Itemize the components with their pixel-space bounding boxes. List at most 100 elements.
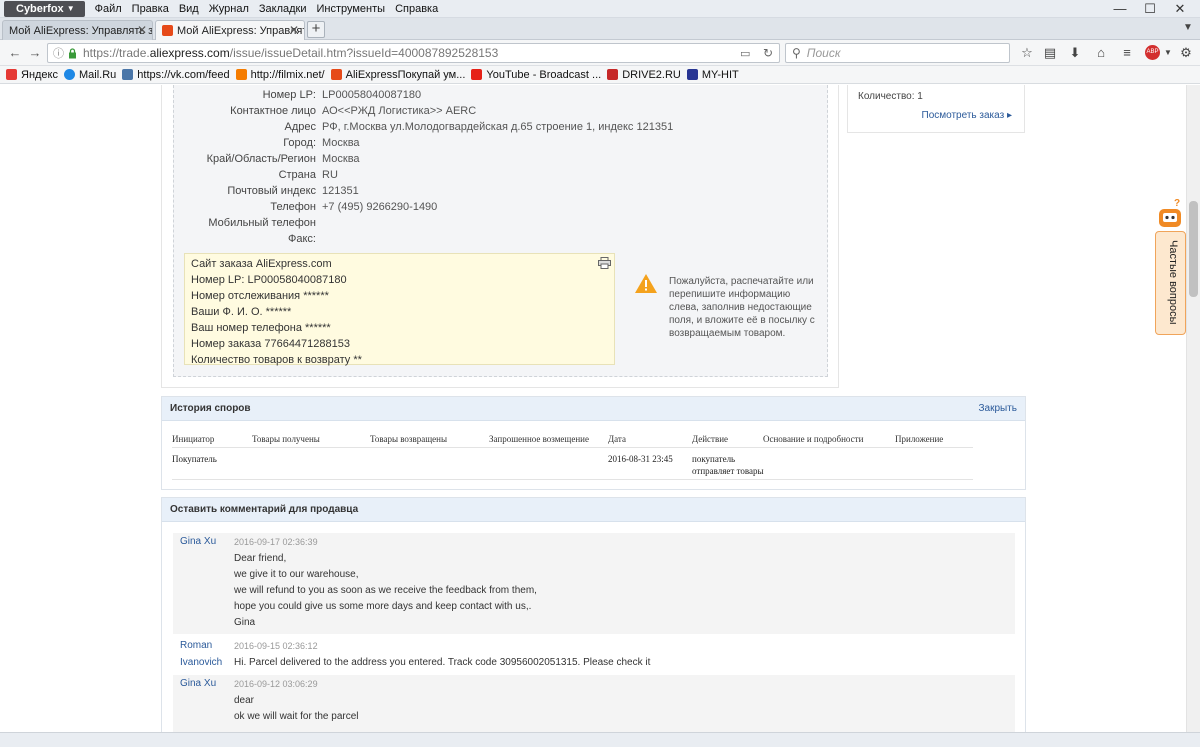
navigation-bar: ← → ⓘ https://trade.aliexpress.com/issue… (0, 40, 1200, 66)
bookmarks-list-icon[interactable]: ▤ (1042, 45, 1058, 61)
url-bar[interactable]: ⓘ https://trade.aliexpress.com/issue/iss… (47, 43, 780, 63)
mailru-icon (64, 69, 75, 80)
forward-arrow-icon[interactable]: → (26, 44, 44, 62)
close-tab-icon[interactable]: ✕ (289, 23, 299, 37)
bookmark-yandex[interactable]: Яндекс (6, 69, 58, 81)
cell-initiator: Покупатель (172, 454, 217, 464)
menu-history[interactable]: Журнал (209, 3, 249, 15)
column-header: Запрошенное возмещение (489, 434, 589, 444)
faq-tab[interactable]: Частые вопросы (1155, 231, 1186, 335)
menu-tools[interactable]: Инструменты (316, 3, 385, 15)
column-header: Товары возвращены (370, 434, 448, 444)
address-row: Адрес РФ, г.Москва ул.Молодогвардейская д… (284, 121, 674, 133)
maximize-icon[interactable]: ☐ (1136, 1, 1164, 17)
comment-line: we will refund to you as soon as we rece… (234, 585, 537, 596)
app-menu-button[interactable]: Cyberfox ▼ (4, 0, 85, 17)
minimize-icon[interactable]: — (1106, 1, 1134, 16)
cell-date: 2016-08-31 23:45 (608, 454, 673, 464)
slip-line: Количество товаров к возврату ** (191, 354, 362, 366)
seller-comments-title: Оставить комментарий для продавца (170, 504, 359, 515)
lock-icon (69, 47, 76, 58)
printer-icon[interactable] (598, 257, 611, 269)
support-robot-icon: ? (1159, 198, 1181, 227)
return-address-block: Номер LP: LP00058040087180 Контактное лиц… (173, 85, 828, 377)
bookmark-aliexpress[interactable]: AliExpressПокупай ум... (330, 69, 465, 81)
comment-author[interactable]: Gina Xu (180, 675, 230, 692)
slip-line: Ваш номер телефона ****** (191, 322, 331, 334)
address-row: Край/Область/Регион Москва (206, 153, 360, 165)
bookmark-vk[interactable]: https://vk.com/feed (122, 69, 230, 81)
menu-file[interactable]: Файл (95, 3, 122, 15)
bookmark-mailru[interactable]: Mail.Ru (64, 69, 116, 81)
tab-title: Мой AliExpress: Управлять заказ... (9, 24, 153, 37)
view-order-link[interactable]: Посмотреть заказ ▸ (922, 110, 1013, 121)
tab-2[interactable]: Мой AliExpress: Управлять зака... ✕ (155, 20, 305, 40)
menu-bookmarks[interactable]: Закладки (259, 3, 307, 15)
bookmark-youtube[interactable]: YouTube - Broadcast ... (471, 69, 601, 81)
vk-icon (122, 69, 134, 80)
info-icon[interactable]: ⓘ (53, 45, 64, 61)
comment-author[interactable]: Roman Ivanovich (180, 637, 230, 671)
back-arrow-icon[interactable]: ← (6, 44, 24, 62)
aliexpress-favicon-icon (162, 25, 173, 36)
column-header: Дата (608, 434, 626, 444)
aliexpress-icon (330, 69, 342, 80)
tab-1[interactable]: Мой AliExpress: Управлять заказ... ✕ (2, 20, 153, 40)
bookmark-drive2[interactable]: DRIVE2.RU (607, 69, 681, 81)
close-window-icon[interactable]: ✕ (1166, 1, 1194, 17)
return-address-panel: Номер LP: LP00058040087180 Контактное лиц… (161, 85, 839, 388)
bookmark-myhit[interactable]: MY-HIT (686, 69, 739, 81)
column-header: Действие (692, 434, 729, 444)
comment-date: 2016-09-17 02:36:39 (234, 537, 318, 547)
bookmarks-bar: Яндекс Mail.Ru https://vk.com/feed http:… (0, 66, 1200, 84)
column-header: Инициатор (172, 434, 215, 444)
menu-view[interactable]: Вид (179, 3, 199, 15)
faq-label: Частые вопросы (1167, 240, 1179, 325)
slip-line: Номер LP: LP00058040087180 (191, 274, 347, 286)
home-icon[interactable]: ⌂ (1093, 45, 1109, 61)
comment-line: Dear friend, (234, 553, 287, 564)
column-header: Приложение (895, 434, 944, 444)
close-dispute-history-link[interactable]: Закрыть (978, 403, 1017, 414)
comment-item: Gina Xu 2016-09-12 03:06:29 dear ok we w… (173, 675, 1015, 732)
drive2-icon (607, 69, 619, 80)
close-tab-icon[interactable]: ✕ (137, 23, 147, 37)
youtube-icon (471, 69, 483, 80)
faq-widget[interactable]: ? Частые вопросы (1153, 197, 1186, 339)
extension-icon[interactable]: ⚙ (1178, 45, 1194, 61)
comment-line: Gina (234, 617, 256, 628)
tab-list-chevron-icon[interactable]: ▼ (1183, 22, 1193, 33)
menu-bar: Cyberfox ▼ Файл Правка Вид Журнал Закладк… (0, 0, 1200, 18)
myhit-icon (686, 69, 698, 80)
chevron-right-icon: ▸ (1006, 110, 1012, 121)
reload-icon[interactable]: ↻ (763, 46, 773, 60)
bookmark-filmix[interactable]: http://filmix.net/ (235, 69, 325, 81)
new-tab-button[interactable]: + (307, 21, 325, 38)
url-text: https://trade.aliexpress.com/issue/issue… (83, 46, 499, 60)
dispute-history-panel: История споров Закрыть Инициатор Товары … (161, 396, 1026, 490)
vertical-scrollbar[interactable] (1186, 85, 1200, 732)
comment-item: Roman Ivanovich 2016-09-15 02:36:12 Hi. … (173, 637, 1015, 673)
menu-edit[interactable]: Правка (132, 3, 169, 15)
column-header: Основание и подробности (763, 434, 864, 444)
download-icon[interactable]: ⬇ (1067, 45, 1083, 61)
yandex-icon (6, 69, 17, 80)
column-header: Товары получены (252, 434, 320, 444)
address-row: Мобильный телефон (208, 217, 316, 229)
quantity-text: Количество: 1 (858, 91, 923, 102)
search-bar[interactable]: ⚲ Поиск (785, 43, 1010, 63)
menu-help[interactable]: Справка (395, 3, 438, 15)
reader-view-icon[interactable]: ▭ (740, 47, 750, 60)
comment-author[interactable]: Gina Xu (180, 533, 230, 550)
comment-line: Hi. Parcel delivered to the address you … (234, 657, 651, 668)
dispute-history-title: История споров (170, 403, 251, 414)
adblock-icon[interactable]: ABP (1145, 45, 1160, 60)
scrollbar-thumb[interactable] (1189, 201, 1198, 297)
bookmark-star-icon[interactable]: ☆ (1019, 45, 1035, 61)
comment-date: 2016-09-15 02:36:12 (234, 641, 318, 651)
slip-line: Номер отслеживания ****** (191, 290, 329, 302)
chevron-down-icon[interactable]: ▼ (1160, 45, 1176, 61)
hamburger-menu-icon[interactable]: ≡ (1119, 45, 1135, 61)
seller-comments-panel: Оставить комментарий для продавца Gina X… (161, 497, 1026, 732)
dispute-history-header: История споров Закрыть (162, 397, 1025, 421)
